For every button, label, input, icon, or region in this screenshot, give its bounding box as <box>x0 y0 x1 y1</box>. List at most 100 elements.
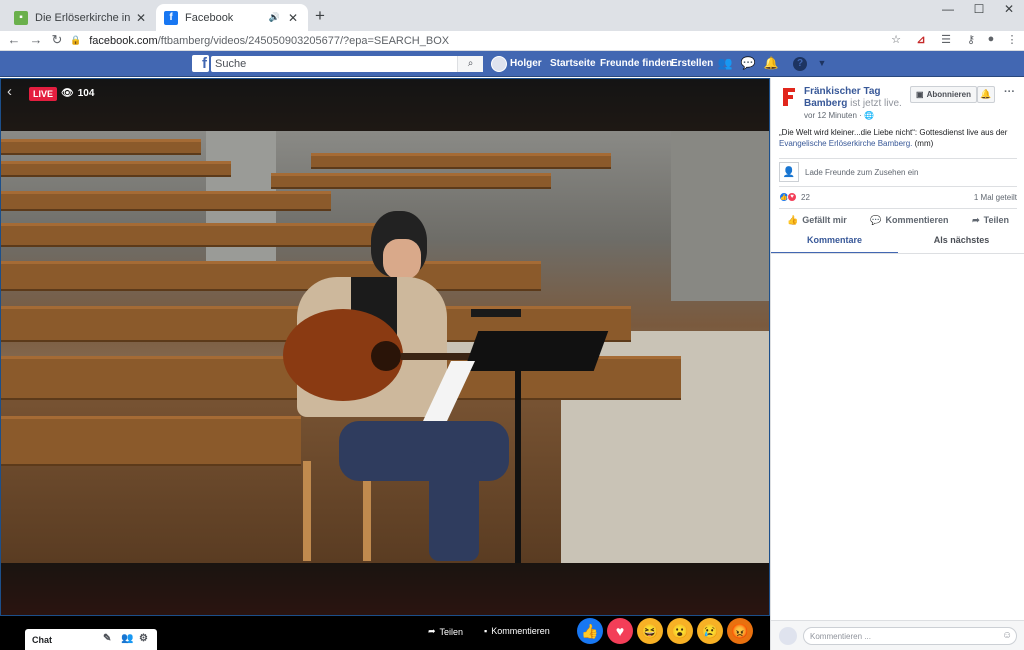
live-video-player[interactable]: ‹ LIVE 👁 104 <box>0 78 770 616</box>
panel-tabs: Kommentare Als nächstes <box>771 232 1024 254</box>
facebook-logo-icon[interactable]: f <box>192 55 209 72</box>
comment-composer: ☺ <box>771 620 1024 650</box>
post-description: „Die Welt wird kleiner...die Liebe nicht… <box>779 127 1019 149</box>
live-badge: LIVE <box>29 87 58 101</box>
url-host: facebook.com <box>89 34 158 47</box>
love-mini-icon: ♥ <box>787 192 797 202</box>
comment-action-label: Kommentieren <box>885 215 949 225</box>
emoji-icon[interactable]: ☺ <box>1002 630 1012 641</box>
minimize-button[interactable]: — <box>933 2 963 16</box>
music-stand <box>463 331 609 371</box>
share-action-button[interactable]: ➦ Teilen <box>964 212 1017 228</box>
search-input[interactable] <box>211 58 451 70</box>
church-pew <box>271 173 551 189</box>
nav-find-friends[interactable]: Freunde finden <box>600 58 672 69</box>
search-box: ⌕ <box>211 56 483 72</box>
close-tab-icon[interactable]: ✕ <box>134 11 148 25</box>
tab-title: Facebook <box>185 11 234 24</box>
chat-label: Chat <box>32 634 52 645</box>
notifications-bell-icon[interactable]: 🔔 <box>763 56 779 70</box>
new-tab-button[interactable]: + <box>315 6 325 26</box>
close-window-button[interactable]: ✕ <box>994 2 1024 16</box>
viewer-count: 👁 104 <box>61 88 94 99</box>
menu-dots-icon[interactable]: ⋮ <box>1004 33 1020 46</box>
nav-create[interactable]: Erstellen <box>671 58 713 69</box>
church-pew <box>311 153 611 169</box>
subscribe-icon: ▣ <box>916 90 924 99</box>
reload-icon[interactable]: ↻ <box>48 32 66 48</box>
search-icon[interactable]: ⌕ <box>457 56 483 72</box>
video-bottom-band <box>1 563 769 615</box>
angry-reaction-icon[interactable]: 😡 <box>727 618 753 644</box>
post-panel: Fränkischer Tag Bamberg ist jetzt live. … <box>770 78 1024 650</box>
settings-gear-icon[interactable]: ⚙ <box>139 633 148 644</box>
share-button[interactable]: ➦ Teilen <box>428 626 463 637</box>
browser-tab-facebook[interactable]: f Facebook 🔊 ✕ <box>156 4 308 31</box>
post-time-text[interactable]: vor 12 Minuten · <box>804 111 862 120</box>
share-arrow-icon: ➦ <box>428 626 436 636</box>
like-button[interactable]: 👍 Gefällt mir <box>779 212 855 228</box>
divider <box>779 208 1017 209</box>
browser-toolbar: ← → ↻ 🔒 facebook.com/ftbamberg/videos/24… <box>0 31 1024 51</box>
share-count[interactable]: 1 Mal geteilt <box>974 193 1017 202</box>
reaction-count[interactable]: 22 <box>801 193 810 202</box>
speaker-icon[interactable]: 🔊 <box>269 12 280 23</box>
pdf-extension-icon[interactable]: ⊿ <box>913 33 929 46</box>
bookmark-star-icon[interactable]: ☆ <box>888 33 904 46</box>
share-action-label: Teilen <box>983 215 1009 225</box>
group-chat-icon[interactable]: 👥 <box>121 633 133 644</box>
site-favicon-icon: ▪ <box>14 10 28 25</box>
chat-bar[interactable]: Chat ✎ 👥 ⚙ <box>25 629 157 650</box>
subscribe-button[interactable]: ▣ Abonnieren <box>910 86 978 103</box>
page-logo-icon[interactable] <box>780 86 798 108</box>
key-icon[interactable]: ⚷ <box>963 33 979 46</box>
comment-input[interactable] <box>803 627 1017 645</box>
nav-user-profile[interactable]: Holger <box>510 58 542 69</box>
friend-requests-icon[interactable]: 👥 <box>717 56 733 70</box>
divider <box>771 253 1024 254</box>
tab-comments[interactable]: Kommentare <box>771 232 898 254</box>
invite-friends-row[interactable]: 👤 Lade Freunde zum Zusehen ein <box>779 162 1017 182</box>
sad-reaction-icon[interactable]: 😢 <box>697 618 723 644</box>
help-icon[interactable]: ? <box>793 57 807 71</box>
close-tab-icon[interactable]: ✕ <box>286 11 300 25</box>
browser-tab-erloeserkirche[interactable]: ▪ Die Erlöserkirche in Bamberg ist j ✕ <box>6 4 156 31</box>
account-menu-chevron-icon[interactable]: ▼ <box>814 58 830 68</box>
church-pillar <box>671 131 769 301</box>
user-avatar[interactable] <box>491 56 507 72</box>
nav-home[interactable]: Startseite <box>550 58 596 69</box>
extension-icon[interactable]: ☰ <box>938 33 954 46</box>
like-label: Gefällt mir <box>802 215 847 225</box>
music-stand-pole <box>515 371 521 563</box>
comment-action-button[interactable]: 💬 Kommentieren <box>862 212 956 228</box>
like-reaction-icon[interactable]: 👍 <box>577 618 603 644</box>
forward-arrow-icon[interactable]: → <box>27 32 45 47</box>
person-face <box>383 239 421 279</box>
church-pew <box>1 139 201 155</box>
commenter-avatar <box>779 627 797 645</box>
messenger-icon[interactable]: 💬 <box>740 56 756 70</box>
love-reaction-icon[interactable]: ♥ <box>607 618 633 644</box>
comment-button[interactable]: ▪ Kommentieren <box>484 626 550 636</box>
address-bar[interactable]: 🔒 facebook.com/ftbamberg/videos/24505090… <box>70 31 910 50</box>
maximize-button[interactable]: ☐ <box>964 2 994 16</box>
description-link[interactable]: Evangelische Erlöserkirche Bamberg. <box>779 139 912 148</box>
more-options-icon[interactable]: ··· <box>1004 86 1015 98</box>
thumbs-up-icon: 👍 <box>787 214 799 225</box>
facebook-favicon-icon: f <box>164 10 178 25</box>
reaction-summary: 👍 ♥ 22 1 Mal geteilt <box>779 191 1017 203</box>
haha-reaction-icon[interactable]: 😆 <box>637 618 663 644</box>
phone-on-pew <box>471 309 521 317</box>
back-arrow-icon[interactable]: ← <box>5 32 23 47</box>
tab-up-next[interactable]: Als nächstes <box>898 232 1024 254</box>
globe-icon: 🌐 <box>864 111 875 120</box>
wow-reaction-icon[interactable]: 😮 <box>667 618 693 644</box>
back-chevron-icon[interactable]: ‹ <box>7 83 12 100</box>
description-suffix: (mm) <box>914 139 934 148</box>
compose-icon[interactable]: ✎ <box>103 633 111 644</box>
profile-icon[interactable]: ● <box>983 33 999 45</box>
notification-bell-button[interactable]: 🔔 <box>977 86 995 103</box>
divider <box>779 158 1017 159</box>
person-shin <box>429 461 479 561</box>
facebook-header: f ⌕ Holger Startseite Freunde finden Ers… <box>0 51 1024 77</box>
